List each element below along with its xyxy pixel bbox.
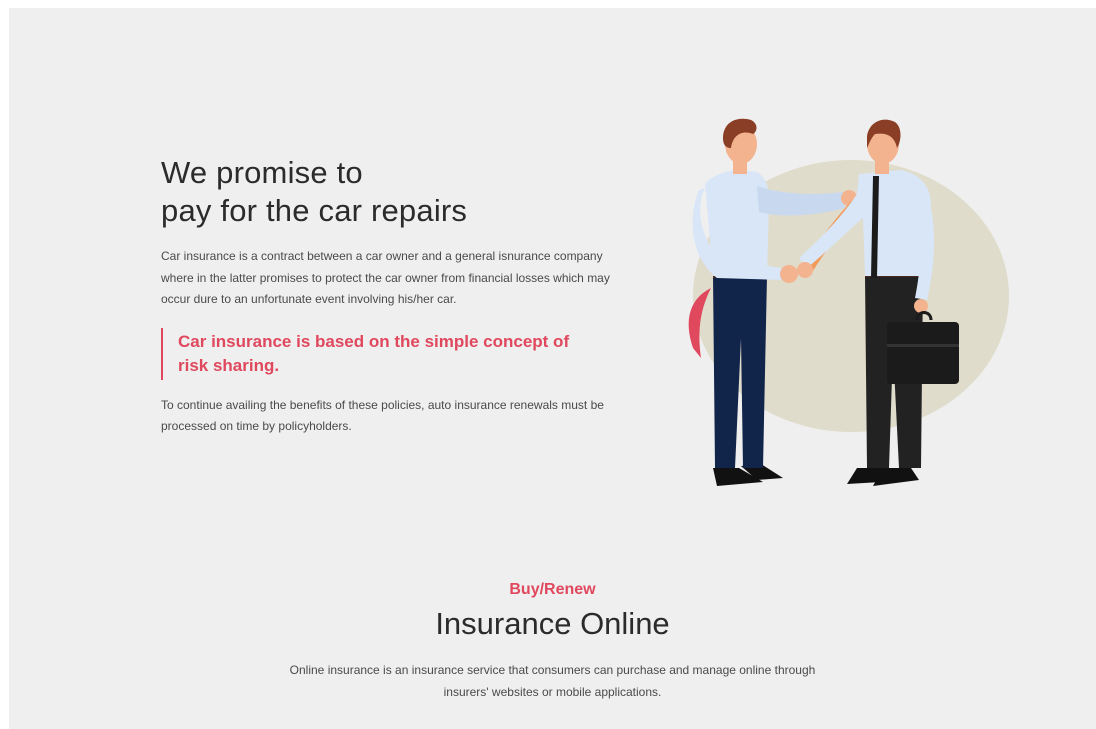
hero-title-line2: pay for the car repairs: [161, 193, 468, 228]
section-paragraph: Online insurance is an insurance service…: [289, 663, 816, 699]
hero-paragraph-2: To continue availing the benefits of the…: [161, 397, 604, 434]
insurance-online-section: Buy/Renew Insurance Online Online insura…: [9, 580, 1096, 703]
section-title: Insurance Online: [435, 606, 670, 641]
hero-title-line1: We promise to: [161, 155, 363, 190]
hero-paragraph: Car insurance is a contract between a ca…: [161, 249, 610, 306]
hero-title: We promise to pay for the car repairs: [161, 154, 631, 230]
section-eyebrow: Buy/Renew: [509, 581, 596, 598]
hero-section: We promise to pay for the car repairs Ca…: [161, 154, 631, 438]
hero-quote: Car insurance is based on the simple con…: [161, 327, 598, 380]
handshake-businessmen-illustration: [688, 118, 1009, 486]
page-background: We promise to pay for the car repairs Ca…: [9, 8, 1096, 729]
